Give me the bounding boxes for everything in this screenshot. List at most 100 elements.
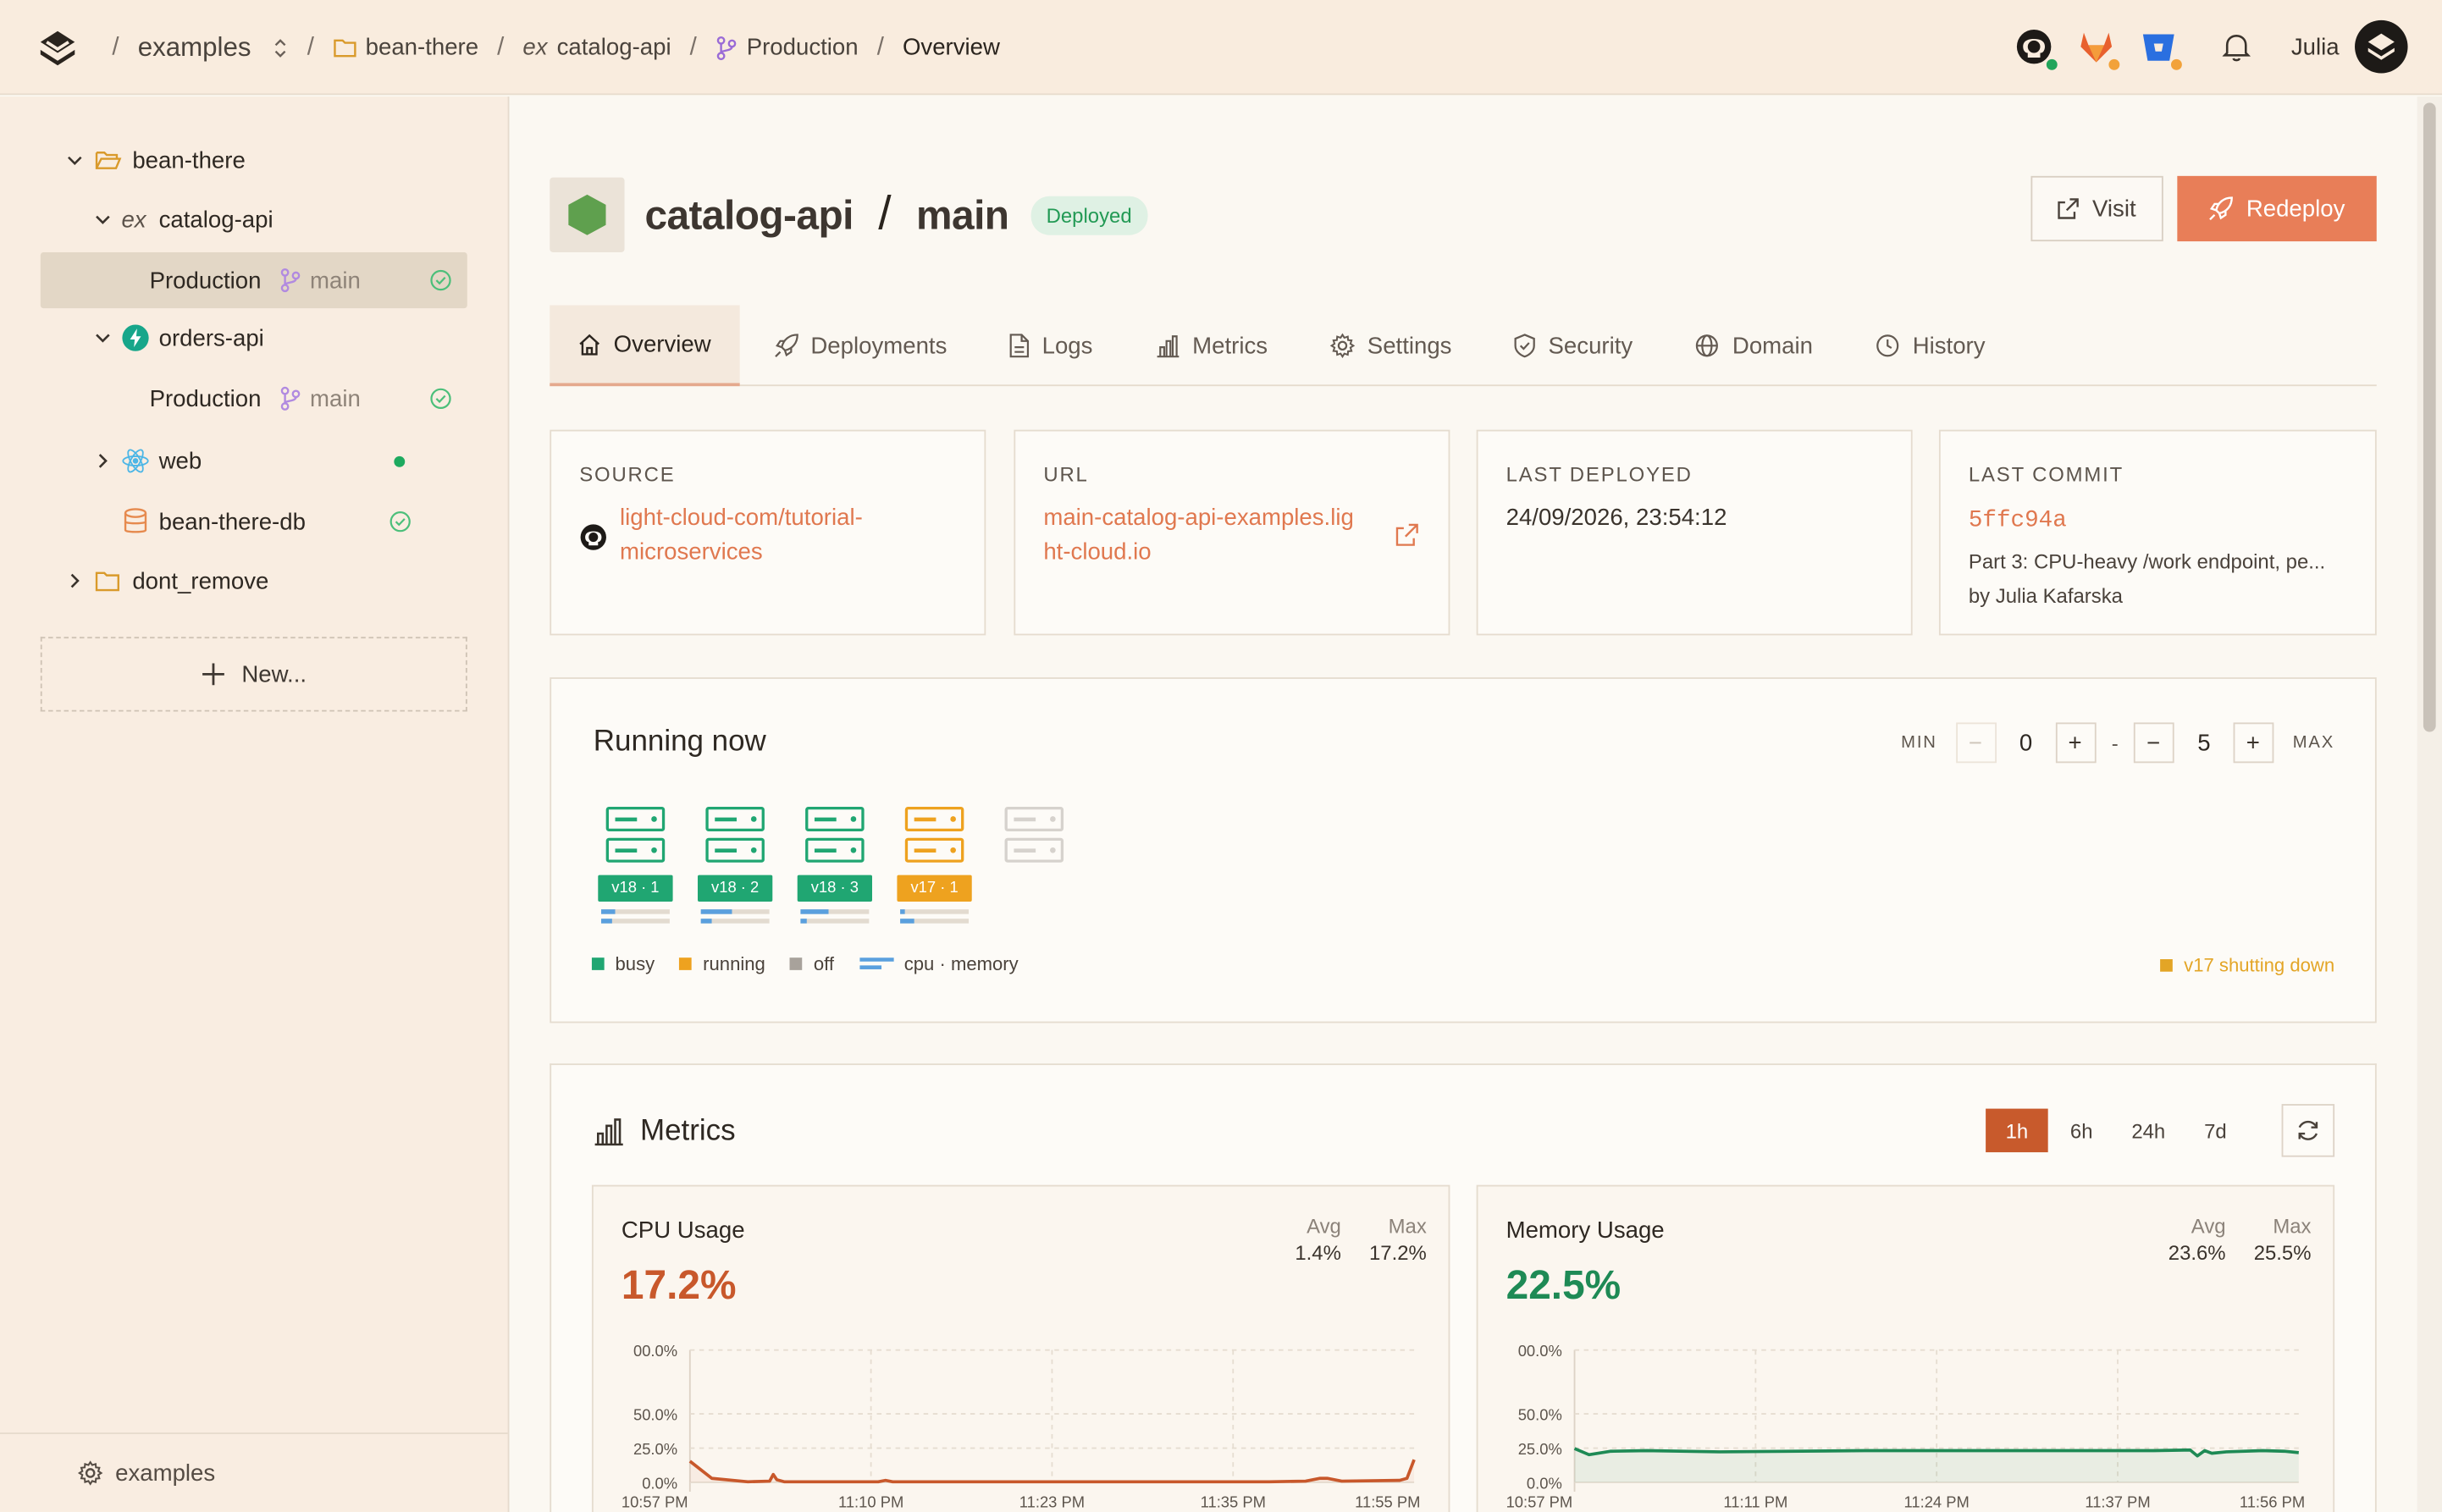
app-logo-icon[interactable] <box>37 28 78 69</box>
server-instance[interactable] <box>997 803 1071 869</box>
tab-security[interactable]: Security <box>1486 306 1660 387</box>
tab-domain[interactable]: Domain <box>1667 306 1841 387</box>
user-avatar[interactable] <box>2355 19 2408 74</box>
github-integration-icon[interactable] <box>2014 26 2059 72</box>
tree-project-label: dont_remove <box>132 567 269 594</box>
tree-item-bean-there-db[interactable]: bean-there-db <box>41 494 467 549</box>
server-instance[interactable]: v18 · 2 <box>698 803 773 924</box>
tab-deployments[interactable]: Deployments <box>745 306 975 387</box>
external-link-icon[interactable] <box>1395 523 1419 547</box>
last-deployed-value: 24/09/2026, 23:54:12 <box>1506 504 1727 532</box>
user-name[interactable]: Julia <box>2291 34 2340 60</box>
tab-label: Overview <box>613 330 711 358</box>
tree-item-catalog-api[interactable]: ex catalog-api <box>41 191 467 247</box>
range-6h-button[interactable]: 6h <box>2048 1109 2115 1153</box>
scrollbar-thumb[interactable] <box>2423 102 2436 732</box>
tree-item-bean-there[interactable]: bean-there <box>41 132 467 188</box>
url-line-2: ht-cloud.io <box>1043 538 1152 566</box>
shutdown-label: v17 shutting down <box>2184 954 2335 977</box>
cpu-usage-bar <box>900 909 970 914</box>
new-item-button[interactable]: New... <box>40 637 467 712</box>
instance-version-label: v18 · 2 <box>698 875 773 902</box>
tree-item-dont-remove[interactable]: dont_remove <box>41 553 467 609</box>
y-tick-label: 0.0% <box>1527 1474 1562 1492</box>
app-root: / examples / bean-there / ex catalog-api… <box>0 0 2442 1512</box>
range-24h-button[interactable]: 24h <box>2115 1109 2182 1153</box>
breadcrumb-project[interactable]: bean-there <box>366 34 478 60</box>
gitlab-integration-icon[interactable] <box>2076 26 2122 72</box>
instance-version-label: v18 · 1 <box>598 875 673 902</box>
instance-legend: busy running off cpu · memory <box>591 953 1043 974</box>
chevron-right-icon[interactable] <box>93 451 112 470</box>
legend-cpu-memory: cpu · memory <box>859 953 1019 974</box>
folder-icon <box>95 570 119 592</box>
min-increment-button[interactable]: + <box>2055 722 2097 764</box>
tab-logs[interactable]: Logs <box>981 306 1121 387</box>
gear-icon <box>77 1460 103 1486</box>
breadcrumb-environment[interactable]: Production <box>747 34 859 60</box>
source-repo-link[interactable]: light-cloud-com/tutorial- microservices <box>620 501 863 570</box>
notifications-bell-icon[interactable] <box>2217 26 2257 67</box>
server-instance[interactable]: v17 · 1 <box>897 803 972 924</box>
tree-item-web[interactable]: web <box>41 433 467 488</box>
bolt-icon <box>121 324 149 352</box>
tree-env-label: Production <box>149 267 262 294</box>
folder-open-icon <box>95 150 122 172</box>
visit-button[interactable]: Visit <box>2030 175 2163 242</box>
x-tick-label: 11:24 PM <box>1904 1493 1970 1510</box>
max-decrement-button[interactable]: − <box>2134 722 2174 764</box>
chevron-down-icon[interactable] <box>65 151 84 169</box>
breadcrumb-separator: / <box>307 33 314 60</box>
chevron-right-icon[interactable] <box>65 571 84 590</box>
gitlab-status-dot <box>2107 58 2122 72</box>
tree-item-orders-production[interactable]: Production main <box>41 371 467 427</box>
tab-history[interactable]: History <box>1847 306 2013 387</box>
tab-label: Security <box>1548 332 1633 359</box>
tab-overview[interactable]: Overview <box>550 305 739 387</box>
breadcrumb-service[interactable]: catalog-api <box>557 34 671 60</box>
series-area <box>1574 1449 2299 1483</box>
commit-hash-link[interactable]: 5ffc94a <box>1969 505 2067 538</box>
min-value: 0 <box>2019 729 2033 756</box>
min-decrement-button[interactable]: − <box>1955 722 1997 764</box>
range-1h-button[interactable]: 1h <box>1986 1108 2048 1153</box>
source-line-1: light-cloud-com/tutorial- <box>620 504 863 532</box>
tree-item-orders-api[interactable]: orders-api <box>41 310 467 366</box>
memory-usage-bar <box>900 919 970 924</box>
source-line-2: microservices <box>620 538 763 566</box>
tree-item-catalog-production[interactable]: Production main <box>40 251 467 309</box>
server-instance[interactable]: v18 · 1 <box>598 803 673 924</box>
instance-version-label: v18 · 3 <box>797 875 873 902</box>
memory-line-chart: 00.0% 50.0% 25.0% 0.0%10:57 PM 11:11 PM 11:24… <box>1506 1342 2306 1510</box>
chevron-down-icon[interactable] <box>93 210 112 229</box>
refresh-button[interactable] <box>2281 1104 2335 1157</box>
cpu-usage-bar <box>700 909 770 914</box>
service-url-link[interactable]: main-catalog-api-examples.lig ht-cloud.i… <box>1043 501 1354 570</box>
new-item-label: New... <box>241 660 307 688</box>
branch-icon <box>280 386 301 411</box>
server-instance[interactable]: v18 · 3 <box>797 803 873 924</box>
breadcrumb: / examples / bean-there / ex catalog-api… <box>93 0 1000 95</box>
chevron-down-icon[interactable] <box>93 328 112 347</box>
tab-metrics[interactable]: Metrics <box>1127 306 1296 387</box>
bitbucket-integration-icon[interactable] <box>2139 26 2184 72</box>
range-7d-button[interactable]: 7d <box>2182 1109 2249 1153</box>
x-tick-label: 11:11 PM <box>1723 1493 1787 1510</box>
bar-chart-icon <box>1156 334 1179 357</box>
status-badge: Deployed <box>1030 195 1148 235</box>
rocket-icon <box>774 334 798 357</box>
cpu-line-chart: 00.0% 50.0% 25.0% 0.0%10:57 PM 11:10 PM 11:23… <box>622 1342 1421 1510</box>
tab-label: Deployments <box>810 332 948 359</box>
redeploy-button[interactable]: Redeploy <box>2177 175 2377 242</box>
max-increment-button[interactable]: + <box>2233 722 2274 764</box>
memory-usage-bar <box>600 919 670 924</box>
tab-settings[interactable]: Settings <box>1302 306 1480 387</box>
server-icon <box>805 806 865 863</box>
sidebar-footer[interactable]: examples <box>0 1432 508 1512</box>
rocket-icon <box>2209 196 2234 221</box>
service-prefix: ex <box>522 34 548 61</box>
main-scrollbar[interactable] <box>2417 97 2442 1512</box>
file-icon <box>1009 334 1030 358</box>
org-switcher-icon[interactable] <box>273 36 288 58</box>
breadcrumb-org[interactable]: examples <box>138 32 251 63</box>
